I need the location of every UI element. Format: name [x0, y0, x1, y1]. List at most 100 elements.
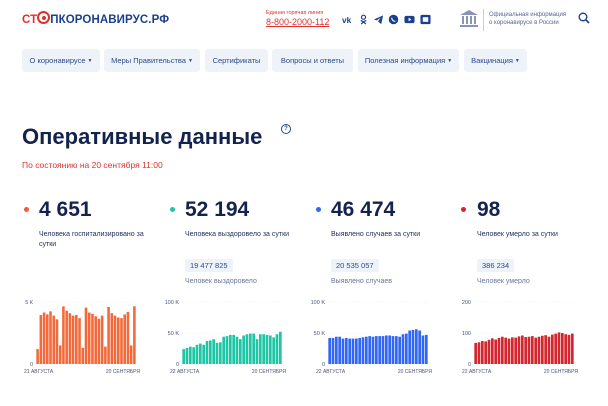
site-logo[interactable]: СТ ПКОРОНАВИРУС.РФ — [22, 11, 169, 26]
chart-bar — [107, 306, 110, 364]
stat-label-hospitalized: Человека госпитализировано за сутки — [39, 231, 144, 248]
chart-bar — [215, 342, 219, 364]
caret-down-icon: ▼ — [514, 57, 520, 64]
chart-bar — [564, 334, 567, 364]
nav-useful-info[interactable]: Полезная информация ▼ — [358, 49, 459, 72]
chart-bar — [411, 329, 415, 364]
chart-bar — [351, 338, 355, 364]
chart-bar — [361, 337, 365, 364]
y-tick-label: 50 K — [168, 331, 180, 337]
chart-bar — [262, 334, 265, 364]
government-building-icon — [460, 10, 478, 27]
chart-bar — [52, 315, 56, 364]
nav-label: Полезная информация — [364, 56, 446, 65]
odnoklassniki-icon[interactable] — [358, 14, 369, 25]
chart-bar — [547, 336, 551, 364]
viber-icon[interactable] — [388, 14, 399, 25]
chart-bar — [133, 306, 136, 364]
chart-bar — [97, 318, 101, 364]
logo-text-right: ПКОРОНАВИРУС.РФ — [50, 14, 170, 26]
y-tick-label: 0 — [30, 362, 33, 368]
stat-value-cases: 46 474 — [331, 198, 396, 221]
y-tick-label: 5 К — [25, 300, 34, 306]
chart-bar — [185, 347, 189, 364]
stat-total-label-cases: Выявлено случаев — [331, 278, 392, 285]
chart-bar — [94, 316, 97, 364]
chart-bar — [348, 338, 351, 364]
chart-bar — [527, 336, 531, 364]
vk-icon[interactable]: vk — [342, 14, 353, 25]
chart-bar — [421, 335, 425, 364]
chart-bar — [365, 336, 368, 364]
stat-value-recovered: 52 194 — [185, 198, 250, 221]
chart-bar — [55, 319, 59, 364]
chart-bar — [129, 345, 133, 364]
chart-bar — [557, 332, 561, 364]
chart-bar — [338, 336, 341, 364]
stat-dot-deaths — [461, 207, 466, 212]
caret-down-icon: ▼ — [187, 57, 193, 64]
chart-bar — [195, 344, 199, 364]
x-tick-label: 22 АВГУСТА — [462, 369, 492, 375]
x-tick-label: 20 СЕНТЯБРЯ — [252, 369, 287, 375]
chart-deaths: 200 100 022 АВГУСТА 20 СЕНТЯБРЯ — [462, 300, 579, 375]
nav-government-measures[interactable]: Меры Правительства ▼ — [104, 49, 200, 72]
chart-bar — [487, 339, 491, 364]
chart-bar — [481, 341, 484, 364]
chart-bar — [425, 334, 428, 364]
chart-bar — [113, 315, 117, 364]
chart-bar — [504, 337, 507, 364]
chart-bar — [249, 333, 252, 364]
y-tick-label: 50 K — [314, 331, 326, 337]
stat-value-deaths: 98 — [477, 198, 501, 221]
x-tick-label: 22 АВГУСТА — [170, 369, 200, 375]
nav-about-coronavirus[interactable]: О коронавирусе ▼ — [22, 49, 100, 72]
hotline-number-link[interactable]: 8-800-2000-112 — [266, 17, 329, 27]
chart-bar — [561, 333, 564, 364]
chart-bar — [388, 335, 391, 364]
x-tick-label: 20 СЕНТЯБРЯ — [544, 369, 579, 375]
chart-bar — [212, 339, 215, 364]
chart-bar — [371, 336, 375, 364]
chart-bar — [65, 310, 68, 364]
stat-label-deaths: Человек умерло за сутки — [477, 231, 558, 238]
official-info-text: Официальная информация о коронавирусе в … — [489, 12, 567, 26]
nav-faq[interactable]: Вопросы и ответы — [272, 49, 353, 72]
chart-bar — [120, 318, 123, 364]
chart-bar — [378, 336, 381, 364]
stat-label-recovered: Человека выздоровело за сутки — [185, 231, 290, 238]
chart-bar — [235, 336, 239, 364]
chart-bar — [49, 311, 52, 364]
chart-bar — [239, 339, 242, 364]
chart-bar — [551, 334, 554, 364]
chart-bar — [517, 336, 521, 364]
chart-bar — [81, 347, 85, 364]
nav-certificates[interactable]: Сертификаты — [205, 49, 268, 72]
nav-label: Сертификаты — [212, 56, 261, 65]
chart-bar — [511, 337, 514, 364]
youtube-icon[interactable] — [404, 14, 415, 25]
stat-total-label-deaths: Человек умерло — [477, 278, 530, 285]
telegram-icon[interactable] — [373, 14, 384, 25]
page-title: Оперативные данные — [22, 124, 263, 149]
x-tick-label: 20 СЕНТЯБРЯ — [398, 369, 433, 375]
chart-bar — [537, 336, 541, 364]
chart-bar — [501, 336, 504, 364]
search-icon[interactable] — [578, 12, 590, 24]
chart-cases: 100 K 50 K 022 АВГУСТА 20 СЕНТЯБРЯ — [311, 300, 433, 375]
chart-bar — [534, 337, 537, 364]
chart-bar — [36, 349, 39, 364]
help-icon[interactable]: ? — [281, 124, 291, 134]
nav-vaccination[interactable]: Вакцинация ▼ — [464, 49, 527, 72]
rutube-icon[interactable] — [420, 14, 431, 25]
y-tick-label: 0 — [322, 362, 325, 368]
nav-label: Вакцинация — [471, 56, 513, 65]
nav-label: Вопросы и ответы — [280, 56, 345, 65]
chart-bar — [514, 337, 517, 364]
chart-bar — [91, 313, 94, 364]
chart-bar — [202, 344, 205, 364]
chart-bar — [415, 329, 418, 364]
stat-total-label-recovered: Человек выздоровело — [185, 278, 257, 285]
chart-bar — [232, 334, 235, 364]
chart-recovered: 100 K 50 K 022 АВГУСТА 20 СЕНТЯБРЯ — [165, 300, 287, 375]
